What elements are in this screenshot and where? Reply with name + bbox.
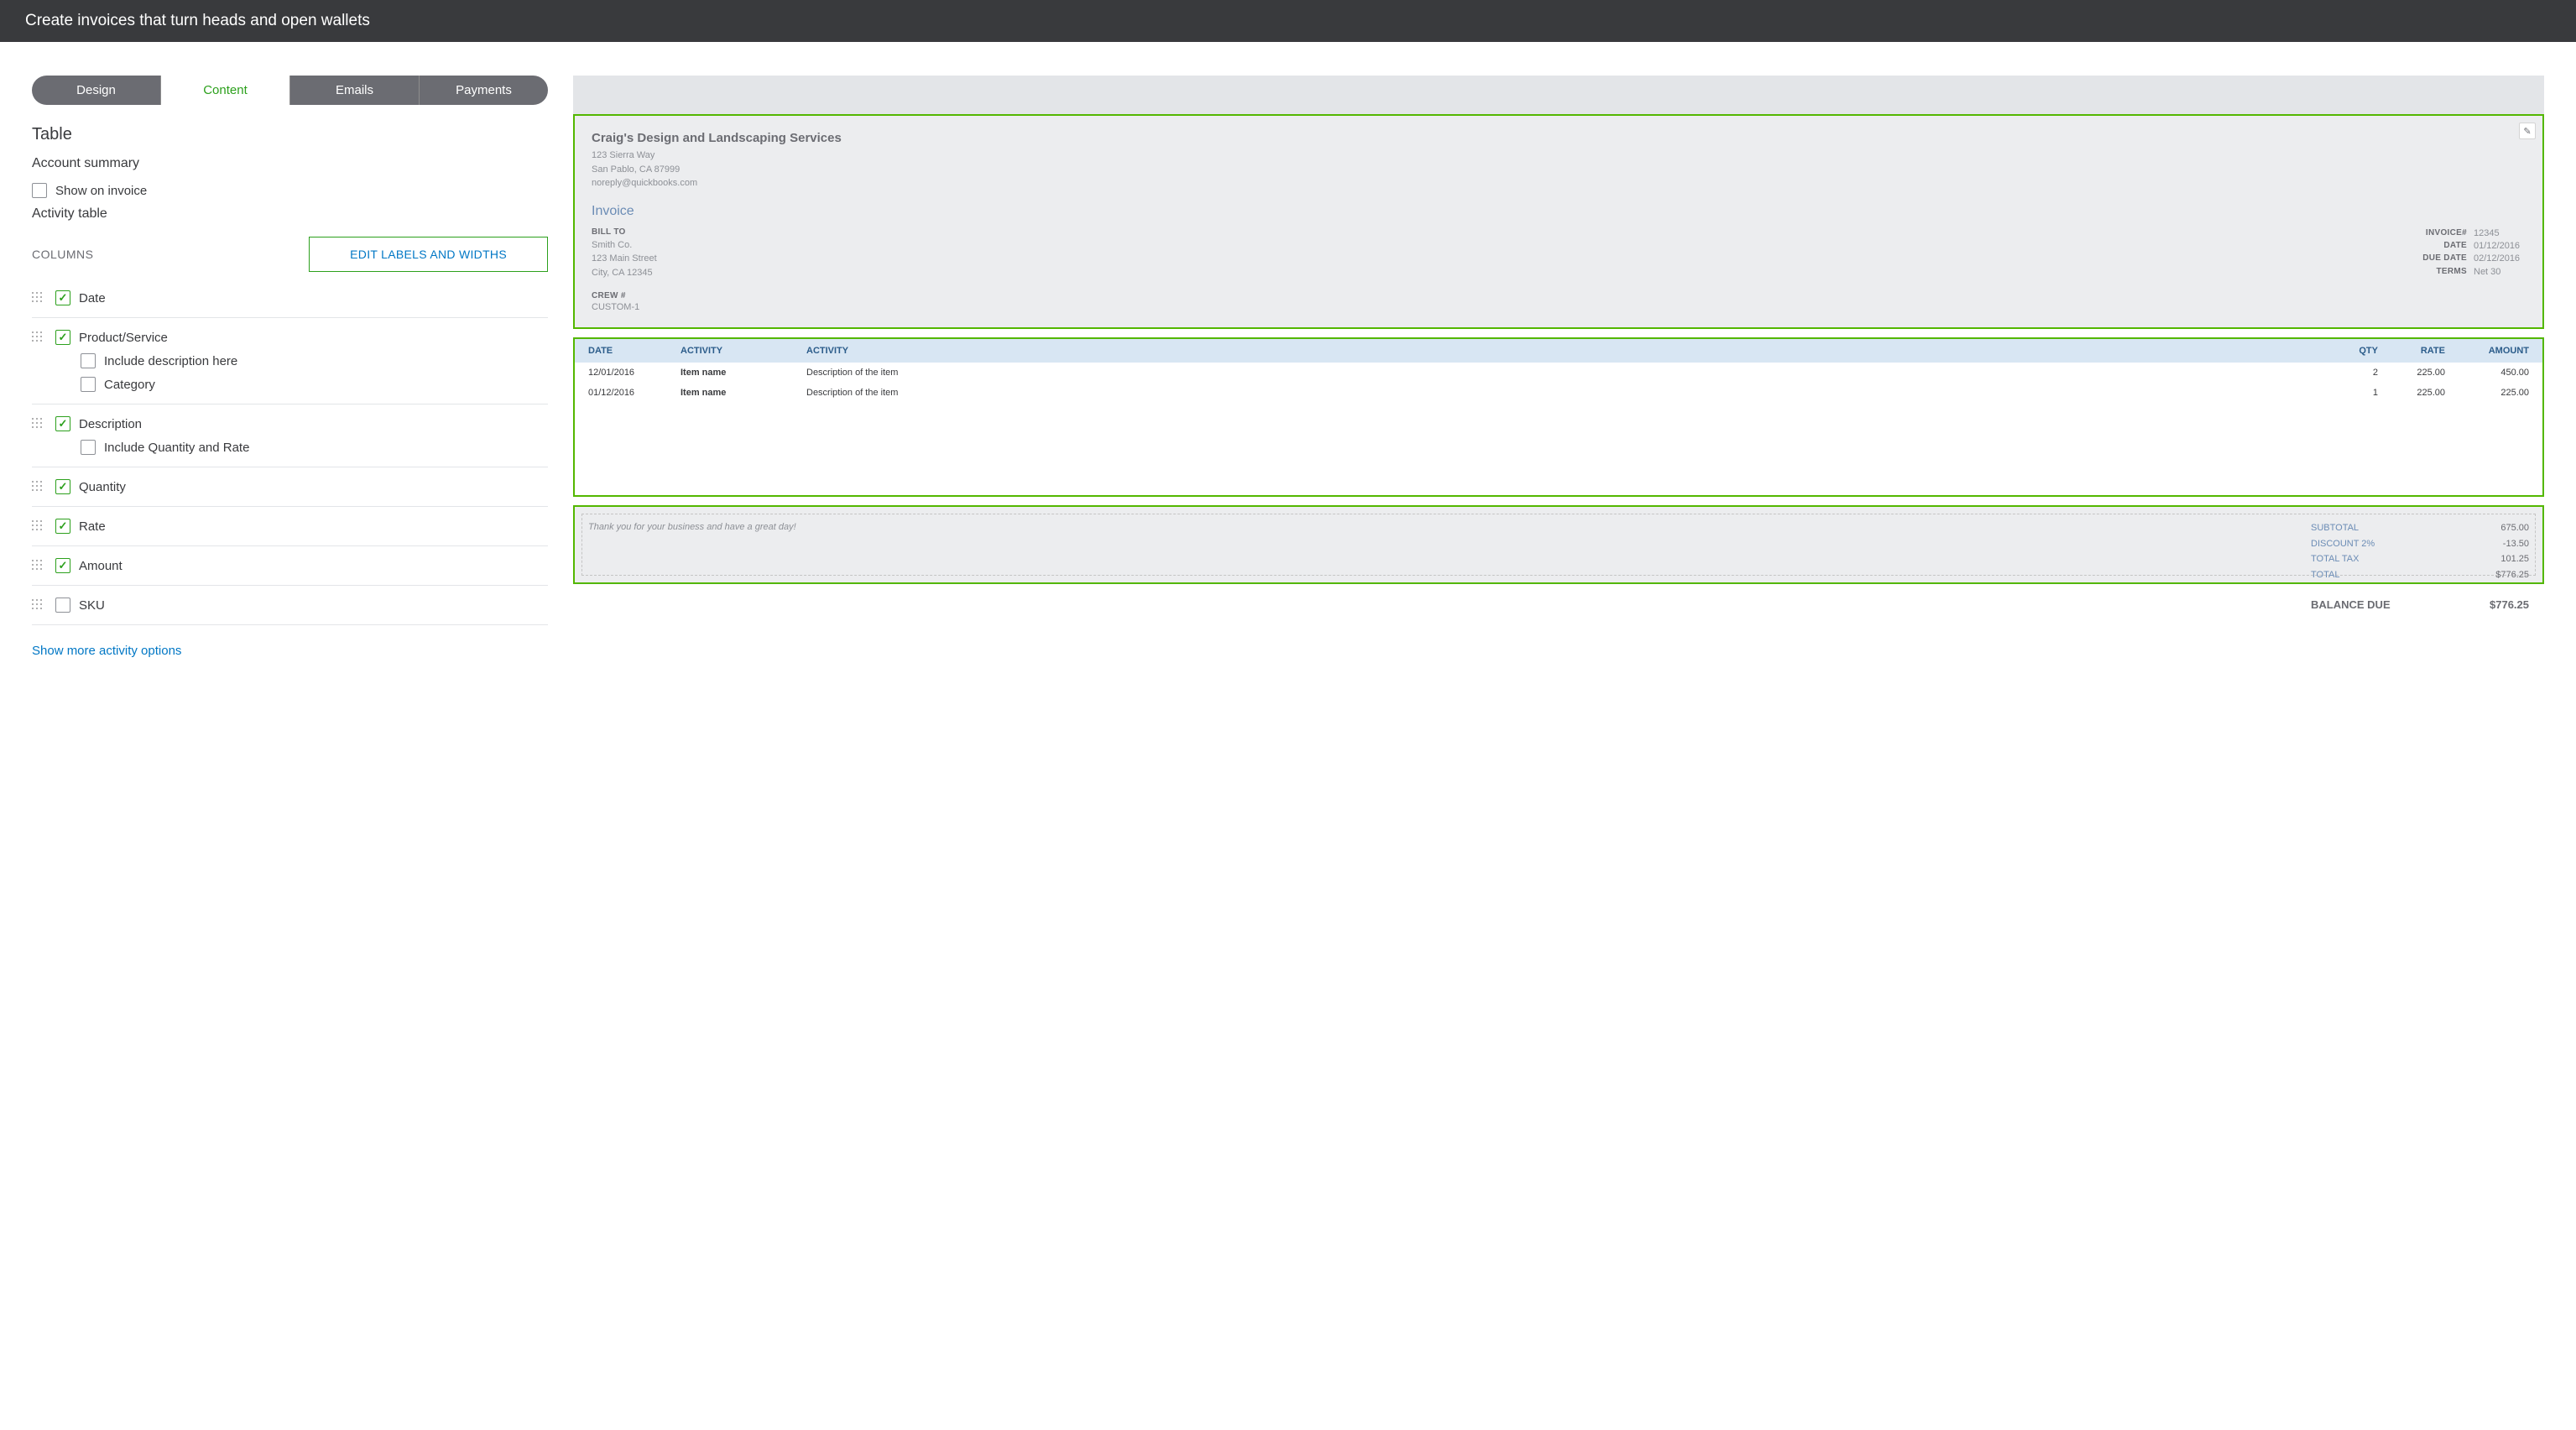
balance-value: $776.25 bbox=[2490, 598, 2529, 611]
section-account-summary: Account summary bbox=[32, 156, 548, 171]
th-rate: RATE bbox=[2378, 346, 2445, 356]
drag-handle-icon[interactable] bbox=[32, 331, 44, 345]
checkbox-sku[interactable] bbox=[55, 598, 70, 613]
label-quantity: Quantity bbox=[79, 480, 126, 494]
label-category: Category bbox=[104, 378, 155, 392]
bill-to-name: Smith Co. bbox=[592, 238, 657, 253]
th-qty: QTY bbox=[2328, 346, 2378, 356]
columns-label: COLUMNS bbox=[32, 248, 94, 261]
drag-handle-icon[interactable] bbox=[32, 418, 44, 431]
company-addr1: 123 Sierra Way bbox=[592, 149, 2526, 163]
invoice-date: 01/12/2016 bbox=[2474, 240, 2526, 253]
pencil-icon[interactable]: ✎ bbox=[2519, 123, 2536, 139]
preview-header-section: ✎ Craig's Design and Landscaping Service… bbox=[573, 114, 2544, 329]
due-date: 02/12/2016 bbox=[2474, 253, 2526, 265]
checkbox-quantity[interactable] bbox=[55, 479, 70, 494]
checkbox-product[interactable] bbox=[55, 330, 70, 345]
label-rate: Rate bbox=[79, 519, 106, 534]
drag-handle-icon[interactable] bbox=[32, 292, 44, 305]
invoice-num-label: INVOICE# bbox=[2426, 227, 2467, 240]
page-header: Create invoices that turn heads and open… bbox=[0, 0, 2576, 42]
terms: Net 30 bbox=[2474, 266, 2526, 279]
bill-to-addr2: City, CA 12345 bbox=[592, 266, 657, 280]
tab-bar: Design Content Emails Payments bbox=[32, 76, 548, 105]
label-sku: SKU bbox=[79, 598, 105, 613]
section-activity-table: Activity table bbox=[32, 206, 548, 222]
tab-design[interactable]: Design bbox=[32, 76, 161, 105]
checkbox-include-qty-rate[interactable] bbox=[81, 440, 96, 455]
checkbox-rate[interactable] bbox=[55, 519, 70, 534]
crew-label: CREW # bbox=[592, 291, 2526, 300]
column-item-date: Date bbox=[32, 279, 548, 318]
label-description: Description bbox=[79, 417, 142, 431]
column-item-amount: Amount bbox=[32, 546, 548, 586]
table-row: 12/01/2016 Item name Description of the … bbox=[575, 363, 2542, 383]
column-item-sku: SKU bbox=[32, 586, 548, 625]
checkbox-include-description[interactable] bbox=[81, 353, 96, 368]
company-name: Craig's Design and Landscaping Services bbox=[592, 131, 2526, 145]
invoice-date-label: DATE bbox=[2443, 240, 2467, 253]
invoice-title: Invoice bbox=[592, 204, 2526, 219]
edit-labels-button[interactable]: EDIT LABELS AND WIDTHS bbox=[309, 237, 548, 272]
discount-value: -13.50 bbox=[2503, 536, 2529, 552]
thank-you-message: Thank you for your business and have a g… bbox=[588, 522, 2529, 532]
invoice-preview: ✎ Craig's Design and Landscaping Service… bbox=[573, 76, 2544, 659]
drag-handle-icon[interactable] bbox=[32, 560, 44, 573]
tax-value: 101.25 bbox=[2500, 551, 2529, 567]
total-label: TOTAL bbox=[2311, 567, 2339, 583]
drag-handle-icon[interactable] bbox=[32, 481, 44, 494]
discount-label: DISCOUNT 2% bbox=[2311, 536, 2375, 552]
label-product: Product/Service bbox=[79, 331, 168, 345]
invoice-num: 12345 bbox=[2474, 227, 2526, 240]
checkbox-show-on-invoice[interactable] bbox=[32, 183, 47, 198]
tab-emails[interactable]: Emails bbox=[290, 76, 420, 105]
label-show-on-invoice: Show on invoice bbox=[55, 184, 147, 198]
subtotal-label: SUBTOTAL bbox=[2311, 520, 2359, 536]
show-more-link[interactable]: Show more activity options bbox=[32, 644, 181, 658]
checkbox-category[interactable] bbox=[81, 377, 96, 392]
bill-to-label: BILL TO bbox=[592, 227, 657, 237]
th-amount: AMOUNT bbox=[2445, 346, 2529, 356]
table-header-row: DATE ACTIVITY ACTIVITY QTY RATE AMOUNT bbox=[575, 339, 2542, 363]
drag-handle-icon[interactable] bbox=[32, 599, 44, 613]
preview-table-section: DATE ACTIVITY ACTIVITY QTY RATE AMOUNT 1… bbox=[573, 337, 2544, 497]
settings-panel: Design Content Emails Payments Table Acc… bbox=[32, 76, 548, 659]
section-table: Table bbox=[32, 125, 548, 144]
column-item-description: Description Include Quantity and Rate bbox=[32, 404, 548, 467]
th-activity1: ACTIVITY bbox=[681, 346, 806, 356]
crew-value: CUSTOM-1 bbox=[592, 302, 2526, 312]
due-date-label: DUE DATE bbox=[2422, 253, 2467, 265]
th-activity2: ACTIVITY bbox=[806, 346, 2328, 356]
tax-label: TOTAL TAX bbox=[2311, 551, 2359, 567]
column-item-product: Product/Service Include description here… bbox=[32, 318, 548, 404]
table-row: 01/12/2016 Item name Description of the … bbox=[575, 383, 2542, 403]
preview-toolbar bbox=[573, 76, 2544, 114]
company-addr2: San Pablo, CA 87999 bbox=[592, 163, 2526, 177]
label-amount: Amount bbox=[79, 559, 123, 573]
column-item-quantity: Quantity bbox=[32, 467, 548, 507]
column-item-rate: Rate bbox=[32, 507, 548, 546]
terms-label: TERMS bbox=[2437, 266, 2468, 279]
balance-label: BALANCE DUE bbox=[2311, 598, 2391, 611]
preview-footer-section: ✎ Thank you for your business and have a… bbox=[573, 505, 2544, 584]
bill-to-addr1: 123 Main Street bbox=[592, 252, 657, 266]
label-include-qty-rate: Include Quantity and Rate bbox=[104, 441, 249, 455]
subtotal-value: 675.00 bbox=[2500, 520, 2529, 536]
total-value: $776.25 bbox=[2495, 567, 2529, 583]
tab-payments[interactable]: Payments bbox=[420, 76, 548, 105]
label-date: Date bbox=[79, 291, 106, 305]
tab-content[interactable]: Content bbox=[161, 76, 290, 105]
th-date: DATE bbox=[588, 346, 681, 356]
page-title: Create invoices that turn heads and open… bbox=[25, 12, 370, 29]
label-include-description: Include description here bbox=[104, 354, 237, 368]
company-email: noreply@quickbooks.com bbox=[592, 176, 2526, 190]
checkbox-description[interactable] bbox=[55, 416, 70, 431]
checkbox-date[interactable] bbox=[55, 290, 70, 305]
drag-handle-icon[interactable] bbox=[32, 520, 44, 534]
checkbox-amount[interactable] bbox=[55, 558, 70, 573]
